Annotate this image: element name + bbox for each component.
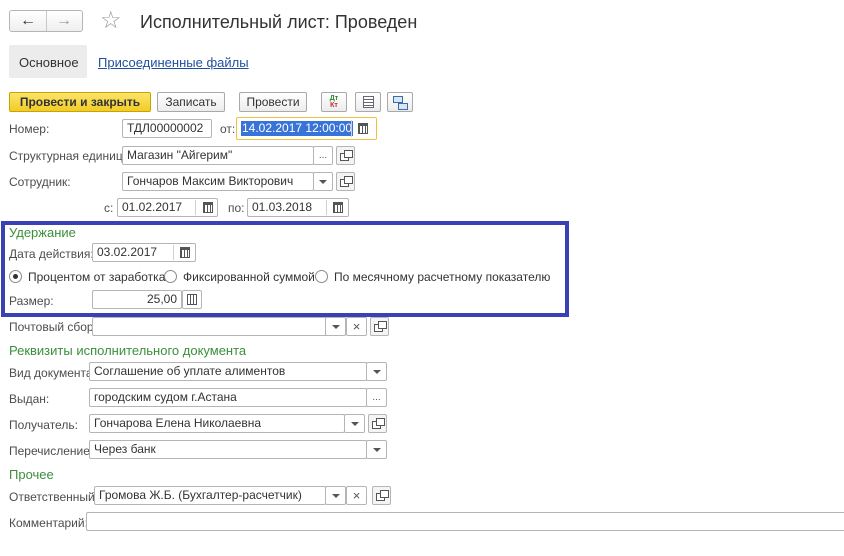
dt-kt-button[interactable]: Дт Кт [321,92,347,112]
unit-label: Структурная единица: [9,149,133,163]
unit-open-icon[interactable] [336,146,355,165]
transfer-label: Перечисление: [9,444,94,458]
chevron-down-icon [319,179,327,184]
radio-percent-of-salary[interactable] [9,270,22,283]
calculator-icon [187,294,197,305]
post-button[interactable]: Провести [239,92,307,112]
post-and-close-button[interactable]: Провести и закрыть [9,92,151,112]
from-label: от: [220,122,236,136]
back-icon[interactable]: ← [10,11,47,31]
forward-icon[interactable]: → [46,11,82,31]
amount-label: Размер: [9,294,54,308]
employee-label: Сотрудник: [9,175,71,189]
postal-clear-button[interactable]: × [346,317,367,336]
postal-dropdown-button[interactable] [325,317,346,336]
doc-type-field[interactable]: Соглашение об уплате алиментов [89,362,367,381]
employee-field[interactable]: Гончаров Максим Викторович [122,172,314,191]
employee-dropdown-button[interactable] [313,172,333,191]
other-title: Прочее [9,467,54,482]
responsible-clear-button[interactable]: × [346,486,367,505]
recipient-field[interactable]: Гончарова Елена Николаевна [89,414,345,433]
document-date-field[interactable]: 14.02.2017 12:00:00 [236,117,377,140]
radio-monthly-indicator[interactable] [315,270,328,283]
period-to-label: по: [228,201,245,215]
comment-label: Комментарий: [9,516,88,530]
responsible-field[interactable]: Громова Ж.Б. (Бухгалтер-расчетчик) [94,486,326,505]
withholding-highlight [1,221,569,317]
action-date-calendar-icon[interactable] [180,247,190,258]
transfer-field[interactable]: Через банк [89,440,367,459]
tab-main-label: Основное [19,55,79,70]
issued-select-button[interactable]: ... [366,388,387,407]
favorite-star-icon[interactable]: ☆ [100,8,122,34]
list-view-button[interactable] [355,92,381,112]
radio-fixed-amount[interactable] [164,270,177,283]
period-from-calendar-icon[interactable] [203,202,213,213]
radio-monthly-label: По месячному расчетному показателю [334,270,551,284]
calendar-icon[interactable] [358,123,368,134]
calculator-button[interactable] [182,290,202,309]
dt-kt-icon: Дт Кт [329,95,339,109]
number-field[interactable]: ТДЛ00000002 [122,119,212,138]
period-from-label: с: [104,201,114,215]
document-date-value: 14.02.2017 12:00:00 [241,121,354,136]
responsible-dropdown-button[interactable] [325,486,346,505]
doc-type-dropdown-button[interactable] [366,362,387,381]
chevron-down-icon [331,493,340,498]
structure-button[interactable] [387,92,413,112]
chevron-down-icon [372,369,381,374]
comment-field[interactable] [86,512,844,531]
nav-buttons: ← → [9,10,83,32]
employee-open-icon[interactable] [336,172,355,191]
list-icon [362,96,374,108]
responsible-open-icon[interactable] [372,486,391,505]
period-to-calendar-icon[interactable] [333,202,343,213]
save-button[interactable]: Записать [157,92,225,112]
number-label: Номер: [9,122,50,136]
unit-select-button[interactable]: ... [313,146,333,165]
amount-field[interactable]: 25,00 [92,290,182,309]
recipient-open-icon[interactable] [368,414,387,433]
recipient-dropdown-button[interactable] [344,414,365,433]
action-date-label: Дата действия: [9,247,94,261]
page-title: Исполнительный лист: Проведен [140,12,418,32]
recipient-label: Получатель: [9,418,78,432]
chevron-down-icon [372,447,381,452]
postal-field[interactable] [92,317,346,336]
hierarchy-icon [393,95,408,110]
postal-open-icon[interactable] [370,317,389,336]
radio-percent-label: Процентом от заработка [28,270,166,284]
doc-type-label: Вид документа: [9,366,96,380]
postal-label: Почтовый сбор: [9,320,97,334]
transfer-dropdown-button[interactable] [366,440,387,459]
chevron-down-icon [350,421,359,426]
issued-label: Выдан: [9,392,50,406]
unit-field[interactable]: Магазин "Айгерим" [122,146,314,165]
responsible-label: Ответственный: [9,490,99,504]
chevron-down-icon [331,324,340,329]
requisites-title: Реквизиты исполнительного документа [9,343,247,358]
withholding-title: Удержание [9,225,76,240]
radio-fixed-label: Фиксированной суммой [183,270,315,284]
tab-attached-files[interactable]: Присоединенные файлы [98,55,249,70]
issued-field[interactable]: городским судом г.Астана [89,388,367,407]
